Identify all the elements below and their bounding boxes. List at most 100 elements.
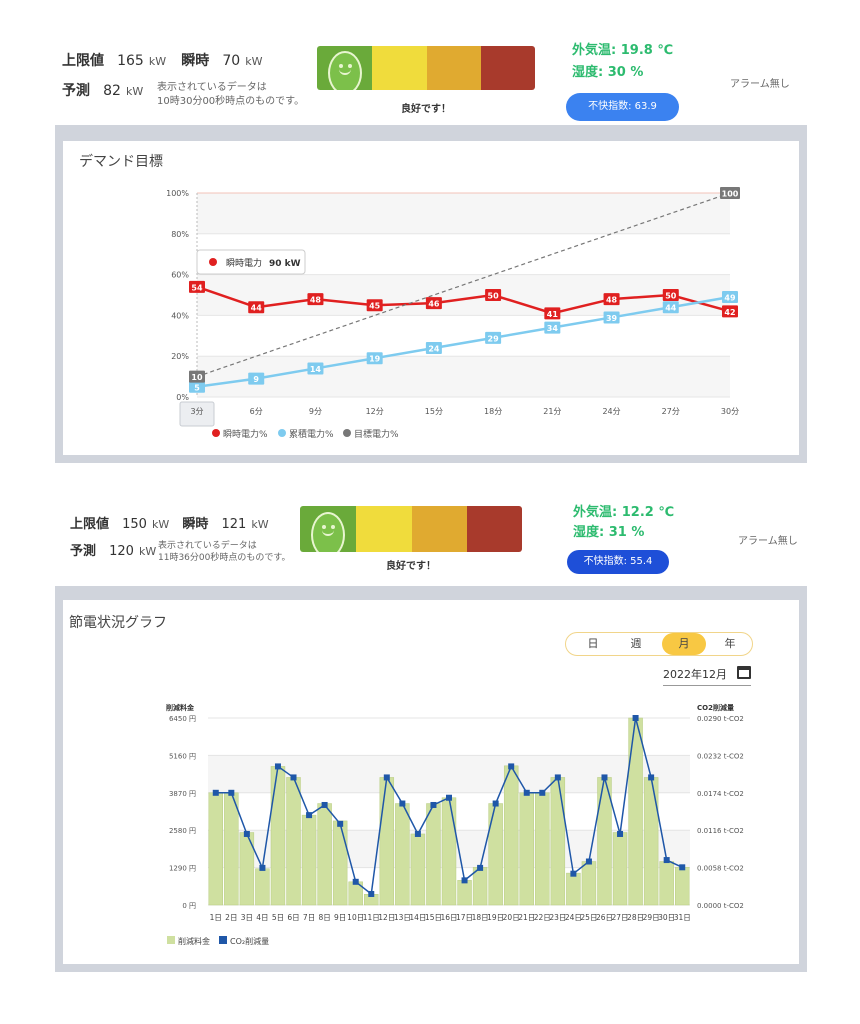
co2-point xyxy=(446,794,452,801)
co2-point xyxy=(337,820,344,827)
co2-point xyxy=(539,789,546,796)
outside-temperature-2: 外気温: 12.2 ℃ xyxy=(573,505,675,520)
bar xyxy=(441,797,457,906)
data-label: 10 xyxy=(191,373,203,382)
co2-point xyxy=(274,763,281,770)
co2-point xyxy=(663,857,670,864)
y2-tick-label: 0.0116 t-CO2 xyxy=(697,827,744,835)
co2-point xyxy=(648,774,655,781)
legend-target: 目標電力% xyxy=(354,428,399,440)
y-tick-label: 6450 円 xyxy=(169,715,196,723)
legend-cumulative: 累積電力% xyxy=(289,428,334,440)
data-label: 19 xyxy=(369,355,381,364)
y2-tick-label: 0.0000 t-CO2 xyxy=(697,902,744,910)
x-tick-label: 3分 xyxy=(190,407,203,416)
y-tick-label: 5160 円 xyxy=(169,752,196,760)
co2-point xyxy=(492,800,499,807)
x-tick-label: 2日 xyxy=(225,913,237,922)
x-tick-label: 24日 xyxy=(565,913,582,922)
bar xyxy=(488,803,503,906)
forecast-value-2: 120 xyxy=(109,544,134,559)
data-label: 45 xyxy=(369,302,381,311)
data-label: 48 xyxy=(606,296,618,305)
discomfort-index-badge-2[interactable]: 不快指数: 55.4 xyxy=(567,550,669,574)
bar xyxy=(255,868,270,906)
bar xyxy=(332,820,348,906)
co2-point xyxy=(508,763,515,770)
co2-point xyxy=(259,864,266,871)
x-tick-label: 31日 xyxy=(674,913,691,922)
x-tick-label: 27日 xyxy=(612,913,629,922)
x-tick-label: 13日 xyxy=(394,913,411,922)
data-label: 50 xyxy=(665,292,677,301)
bar xyxy=(628,717,643,906)
x-tick-label: 28日 xyxy=(627,913,644,922)
data-label: 48 xyxy=(310,296,322,305)
instant-value-2: 121 xyxy=(221,517,247,532)
bar xyxy=(317,803,332,906)
x-tick-label: 27分 xyxy=(662,407,680,416)
status-text-2: 良好です！ xyxy=(386,561,436,572)
data-label: 44 xyxy=(665,304,677,313)
x-tick-label: 9分 xyxy=(309,407,322,416)
y-tick-label: 40% xyxy=(171,311,189,320)
bar xyxy=(301,814,317,906)
grid-band xyxy=(197,274,730,316)
co2-point xyxy=(306,812,313,819)
co2-point xyxy=(477,864,484,871)
humidity-2: 湿度: 31 % xyxy=(573,525,645,540)
alarm-status: アラーム無し xyxy=(730,79,790,90)
y2-tick-label: 0.0174 t-CO2 xyxy=(697,790,744,798)
bar xyxy=(535,792,550,906)
data-label: 49 xyxy=(724,294,736,303)
y2-tick-label: 0.0232 t-CO2 xyxy=(697,752,744,760)
savings-chart: 削減料金 CO2削減量 0 円 0.0000 t-CO2 1290 円 0.0058 … xyxy=(166,703,744,946)
y-axis-title-co2: CO2削減量 xyxy=(697,703,734,712)
x-tick-label: 19日 xyxy=(487,913,504,922)
bar xyxy=(550,777,566,906)
x-tick-label: 15日 xyxy=(425,913,442,922)
data-label: 29 xyxy=(488,334,500,343)
savings-legend: 削減料金 CO₂削減量 xyxy=(167,936,269,946)
level-caution-segment xyxy=(372,46,427,90)
bar xyxy=(675,867,690,906)
data-label: 50 xyxy=(488,292,500,301)
x-tick-label: 6日 xyxy=(287,913,299,922)
level-warning-segment xyxy=(427,46,481,90)
x-tick-label: 15分 xyxy=(425,407,443,416)
x-tick-label: 23日 xyxy=(549,913,566,922)
comfort-level-bar xyxy=(317,46,535,90)
demand-target-chart: 0% 20% 40% 60% 80% 100% 3分 6分 9分 12分 15分 18分 21分 24分 2… xyxy=(166,187,740,440)
x-tick-label: 29日 xyxy=(643,913,660,922)
x-tick-label: 18日 xyxy=(472,913,489,922)
data-label: 14 xyxy=(310,365,322,374)
bar xyxy=(286,777,301,906)
bar xyxy=(410,833,426,906)
y2-tick-label: 0.0058 t-CO2 xyxy=(697,865,744,873)
co2-point xyxy=(383,774,390,781)
x-tick-label: 7日 xyxy=(303,913,315,922)
data-label: 46 xyxy=(428,300,440,309)
co2-point xyxy=(399,800,406,807)
bar xyxy=(395,803,410,906)
x-tick-label: 1日 xyxy=(210,913,222,922)
data-label: 9 xyxy=(253,375,259,384)
data-timestamp-note-2: 表示されているデータは 11時36分00秒時点のものです。 xyxy=(158,541,291,563)
instant-unit: kW xyxy=(245,55,263,68)
y-tick-label: 0 円 xyxy=(182,902,196,910)
co2-point xyxy=(368,890,375,897)
x-tick-label: 25日 xyxy=(580,913,597,922)
upper-limit-unit: kW xyxy=(148,55,167,68)
forecast-unit-2: kW xyxy=(139,545,157,558)
y-tick-label: 20% xyxy=(171,352,189,361)
x-tick-label: 30日 xyxy=(658,913,675,922)
legend-co2: CO₂削減量 xyxy=(230,936,269,946)
forecast-label: 予測 xyxy=(62,83,90,99)
y-tick-label: 80% xyxy=(171,230,189,239)
co2-point xyxy=(617,830,624,837)
x-tick-label: 11日 xyxy=(363,913,380,922)
y-axis-title-cost: 削減料金 xyxy=(166,703,195,712)
bar xyxy=(643,777,659,906)
data-label: 54 xyxy=(191,283,203,292)
discomfort-index-badge[interactable]: 不快指数: 63.9 xyxy=(566,93,679,121)
